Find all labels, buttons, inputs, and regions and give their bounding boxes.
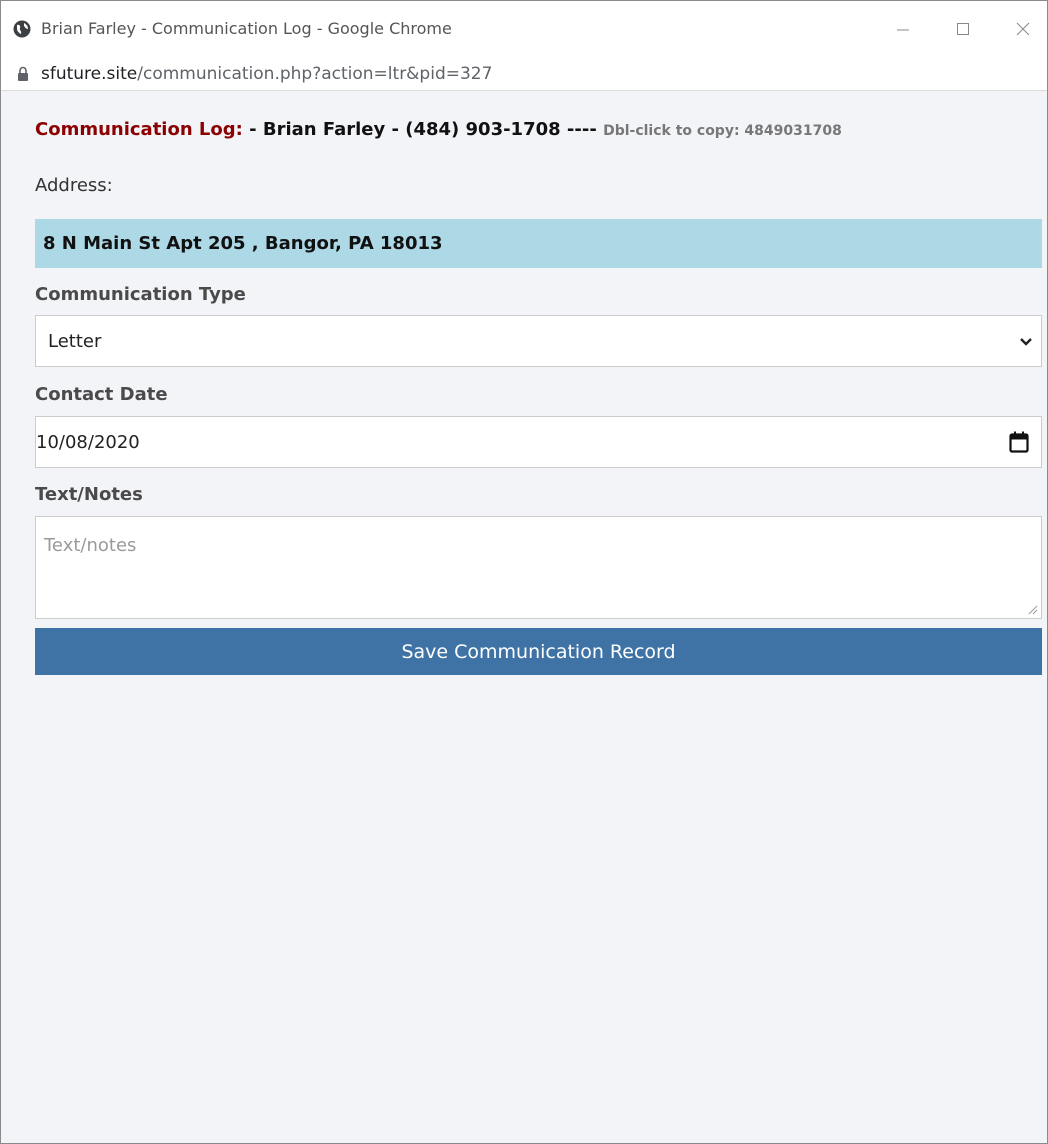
copy-phone-hint[interactable]: Dbl-click to copy: 4849031708 bbox=[603, 123, 842, 139]
minimize-icon bbox=[897, 29, 909, 31]
text-notes-textarea[interactable]: Text/notes bbox=[35, 516, 1042, 619]
url-host: sfuture.site bbox=[41, 64, 138, 84]
page-title-contact: - Brian Farley - (484) 903-1708 ---- bbox=[242, 119, 604, 140]
url-path: /communication.php?action=ltr&pid=327 bbox=[137, 64, 493, 84]
calendar-icon[interactable] bbox=[1009, 431, 1029, 453]
address-label: Address: bbox=[35, 175, 113, 196]
minimize-button[interactable] bbox=[881, 13, 925, 45]
page-title: Communication Log: - Brian Farley - (484… bbox=[35, 119, 842, 140]
close-button[interactable] bbox=[1001, 13, 1045, 45]
contact-date-value: 10/08/2020 bbox=[36, 432, 140, 453]
communication-type-value: Letter bbox=[48, 331, 102, 352]
address-value: 8 N Main St Apt 205 , Bangor, PA 18013 bbox=[35, 219, 1042, 268]
globe-icon bbox=[13, 20, 31, 38]
address-bar[interactable]: sfuture.site/communication.php?action=lt… bbox=[1, 57, 1047, 91]
resize-handle-icon[interactable] bbox=[1028, 605, 1038, 615]
save-communication-button[interactable]: Save Communication Record bbox=[35, 628, 1042, 675]
communication-type-select[interactable]: Letter bbox=[35, 315, 1042, 367]
browser-window: Brian Farley - Communication Log - Googl… bbox=[0, 0, 1048, 1144]
url-text[interactable]: sfuture.site/communication.php?action=lt… bbox=[41, 64, 492, 84]
chevron-down-icon bbox=[1020, 338, 1032, 346]
lock-icon[interactable] bbox=[17, 66, 29, 82]
window-title: Brian Farley - Communication Log - Googl… bbox=[41, 19, 452, 38]
contact-date-label: Contact Date bbox=[35, 384, 168, 405]
communication-type-label: Communication Type bbox=[35, 284, 246, 305]
maximize-button[interactable] bbox=[941, 13, 985, 45]
close-icon bbox=[1016, 22, 1030, 36]
text-notes-label: Text/Notes bbox=[35, 484, 143, 505]
page-title-label: Communication Log: bbox=[35, 119, 243, 140]
title-bar: Brian Farley - Communication Log - Googl… bbox=[1, 1, 1047, 57]
maximize-icon bbox=[957, 23, 969, 35]
text-notes-placeholder: Text/notes bbox=[44, 535, 137, 556]
contact-date-input[interactable]: 10/08/2020 bbox=[35, 416, 1042, 468]
